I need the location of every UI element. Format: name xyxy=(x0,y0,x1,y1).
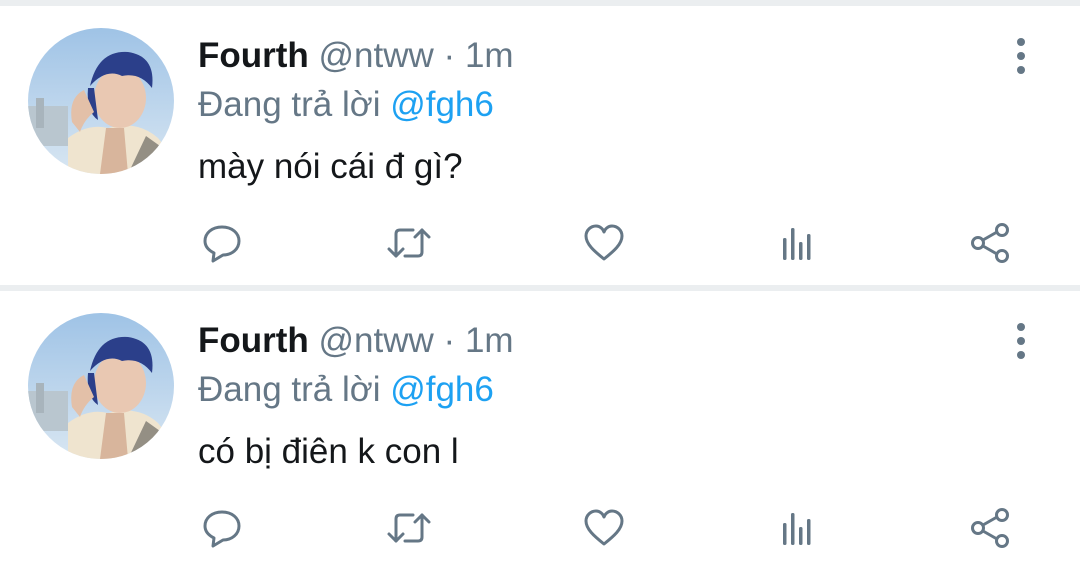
heart-icon xyxy=(584,509,624,546)
tweet-text: mày nói cái đ gì? xyxy=(198,147,463,186)
retweet-button[interactable] xyxy=(385,506,433,550)
reply-context: Đang trả lời @fgh6 xyxy=(198,368,494,412)
display-name[interactable]: Fourth xyxy=(198,321,309,360)
share-icon xyxy=(971,508,1009,548)
avatar[interactable] xyxy=(28,28,174,174)
share-icon xyxy=(971,223,1009,263)
retweet-button[interactable] xyxy=(385,221,433,265)
tweet-actions xyxy=(0,221,1080,265)
analytics-button[interactable] xyxy=(773,221,821,265)
more-vertical-icon[interactable] xyxy=(1004,319,1038,363)
comment-icon xyxy=(203,225,241,263)
heart-icon xyxy=(584,224,624,261)
retweet-icon xyxy=(387,513,431,543)
analytics-icon xyxy=(783,228,811,260)
separator: · xyxy=(443,36,456,75)
share-button[interactable] xyxy=(966,221,1014,265)
more-vertical-icon[interactable] xyxy=(1004,34,1038,78)
analytics-icon xyxy=(783,513,811,545)
comment-icon xyxy=(203,510,241,548)
tweet-header: Fourth @ntww · 1m xyxy=(198,34,514,78)
like-button[interactable] xyxy=(580,506,628,550)
reply-button[interactable] xyxy=(198,506,246,550)
display-name[interactable]: Fourth xyxy=(198,36,309,75)
reply-prefix: Đang trả lời xyxy=(198,85,381,124)
reply-prefix: Đang trả lời xyxy=(198,370,381,409)
tweet[interactable]: Fourth @ntww · 1m Đang trả lời @fgh6 mày… xyxy=(0,6,1080,291)
analytics-button[interactable] xyxy=(773,506,821,550)
avatar[interactable] xyxy=(28,313,174,459)
reply-mention[interactable]: @fgh6 xyxy=(390,370,494,409)
separator: · xyxy=(443,321,456,360)
like-button[interactable] xyxy=(580,221,628,265)
user-handle[interactable]: @ntww xyxy=(319,321,434,360)
tweet-feed: Fourth @ntww · 1m Đang trả lời @fgh6 mày… xyxy=(0,0,1080,557)
user-handle[interactable]: @ntww xyxy=(319,36,434,75)
timestamp[interactable]: 1m xyxy=(465,321,514,360)
tweet-actions xyxy=(0,506,1080,550)
tweet[interactable]: Fourth @ntww · 1m Đang trả lời @fgh6 có … xyxy=(0,291,1080,576)
retweet-icon xyxy=(387,228,431,258)
reply-mention[interactable]: @fgh6 xyxy=(390,85,494,124)
reply-button[interactable] xyxy=(198,221,246,265)
reply-context: Đang trả lời @fgh6 xyxy=(198,83,494,127)
tweet-header: Fourth @ntww · 1m xyxy=(198,319,514,363)
share-button[interactable] xyxy=(966,506,1014,550)
timestamp[interactable]: 1m xyxy=(465,36,514,75)
tweet-text: có bị điên k con l xyxy=(198,432,459,471)
